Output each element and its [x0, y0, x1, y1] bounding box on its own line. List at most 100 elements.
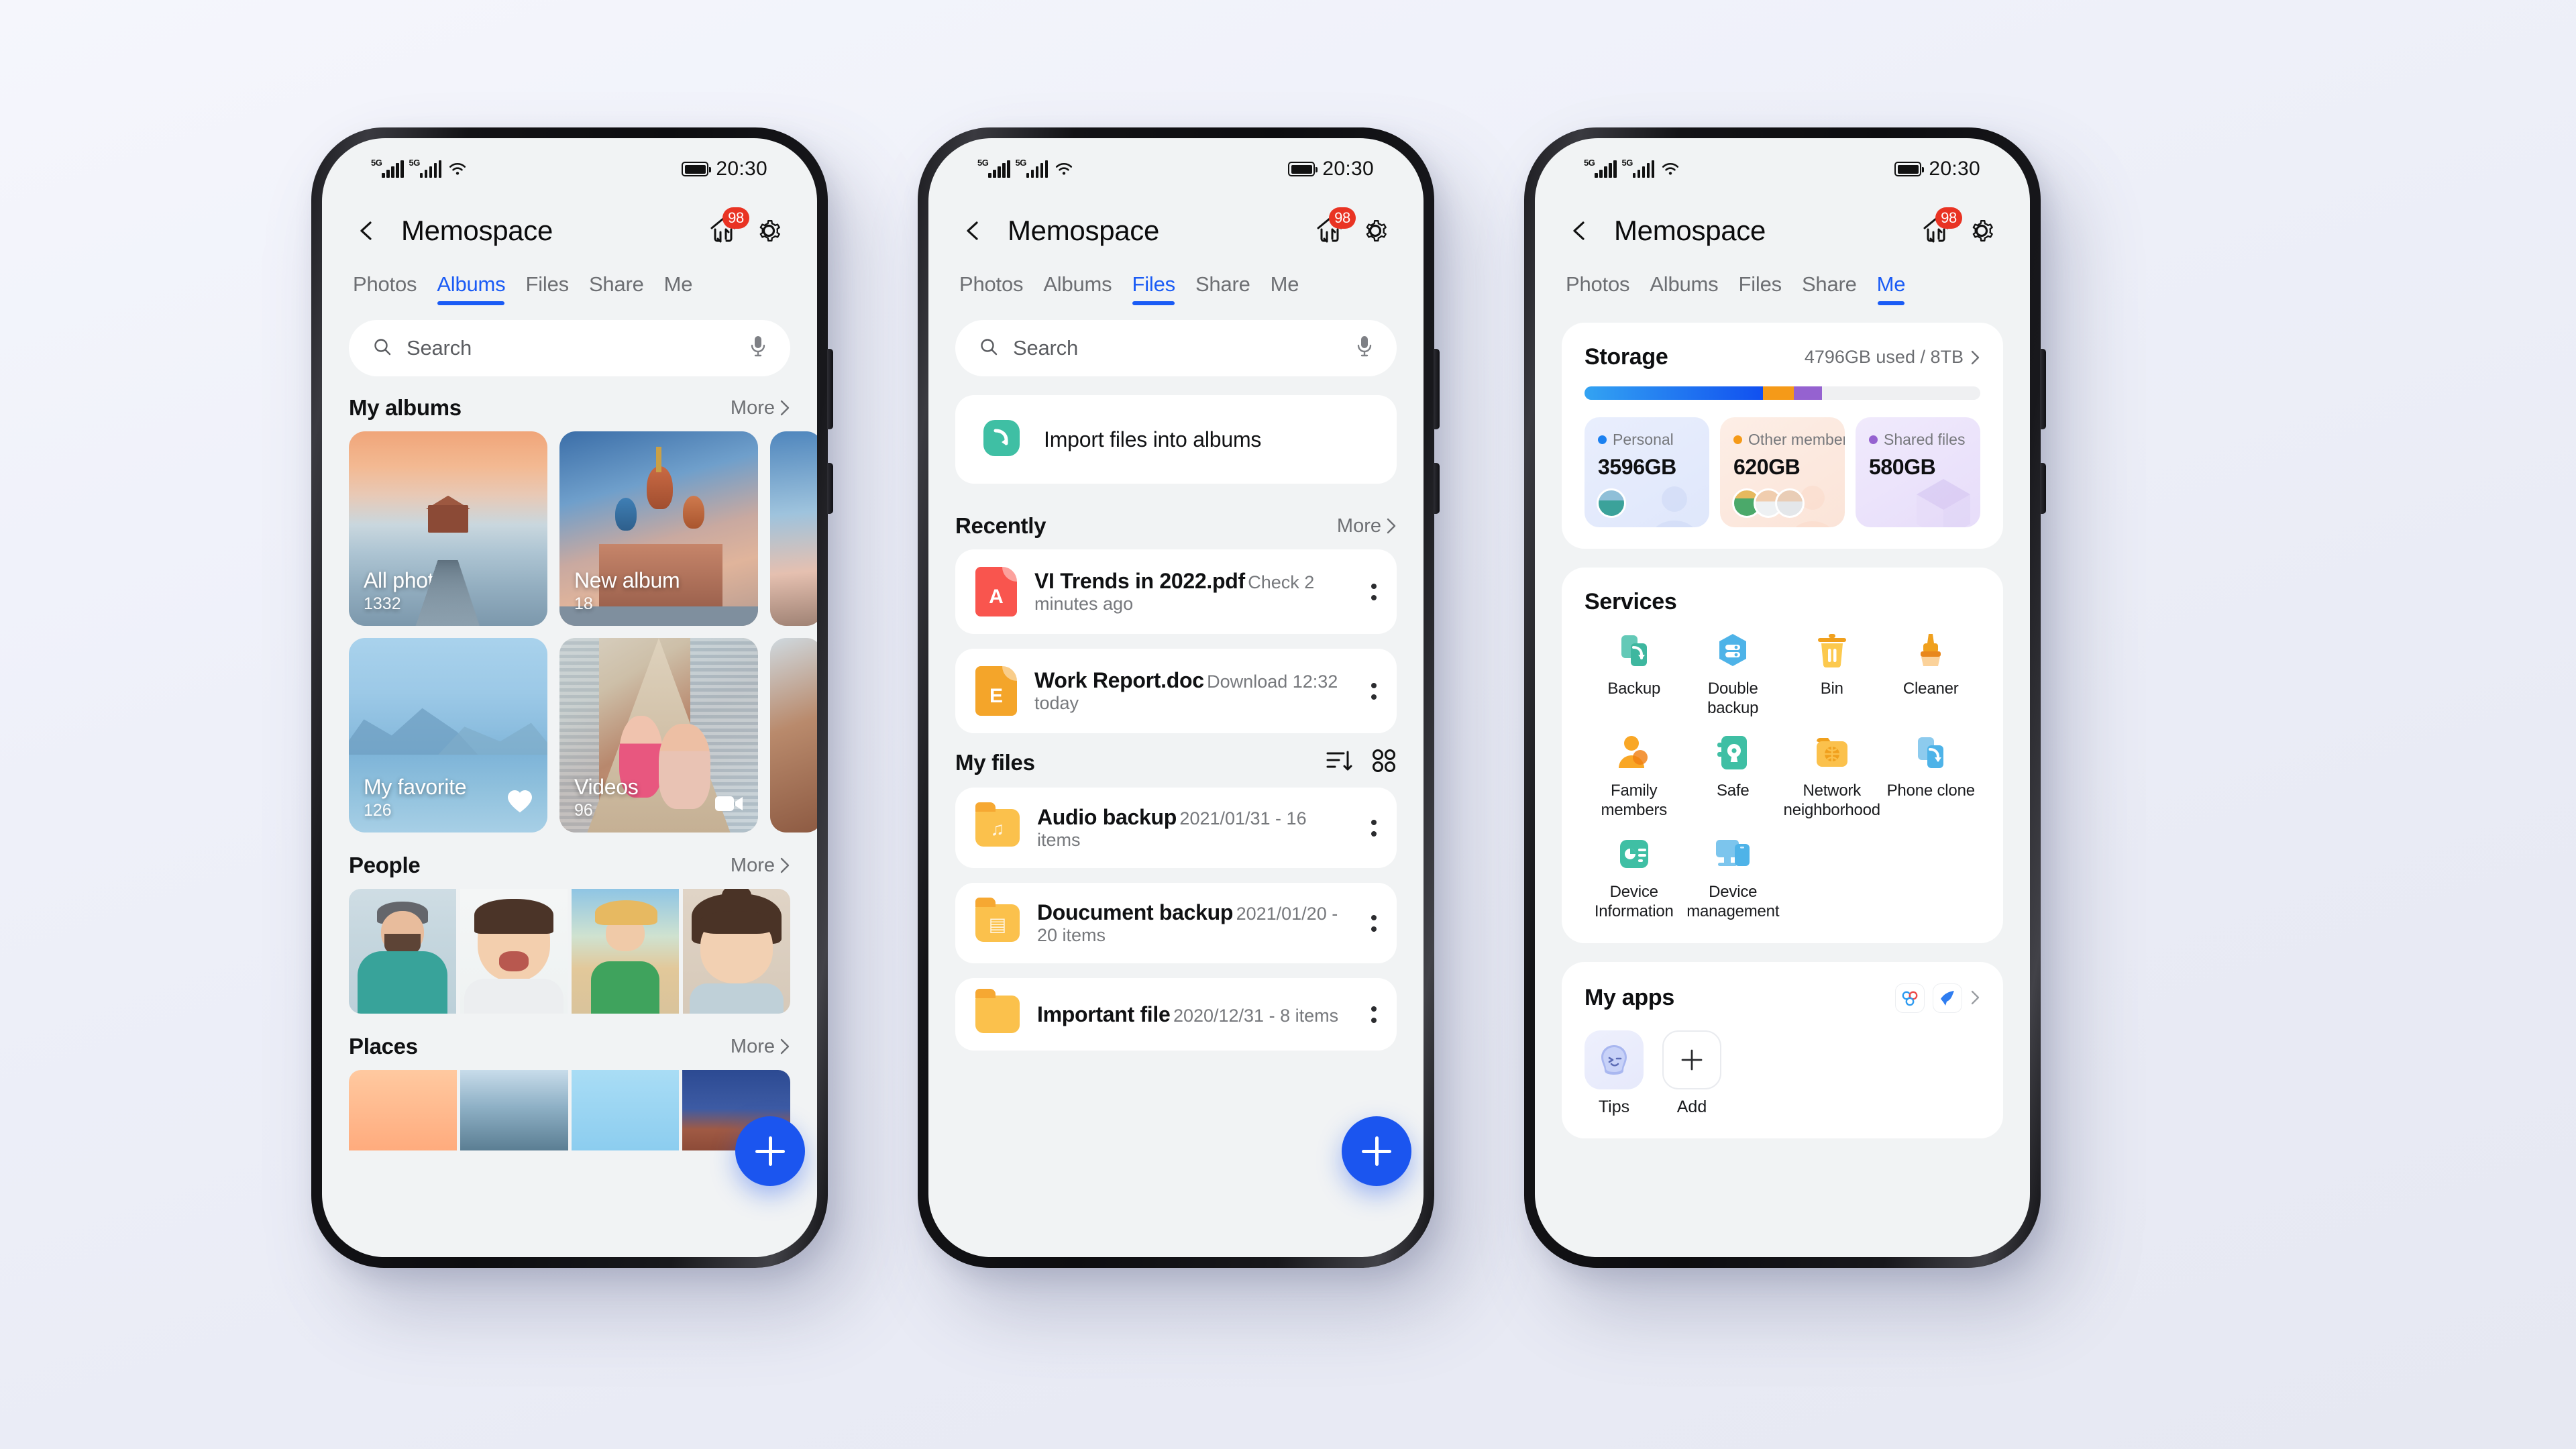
app-item-add[interactable]: Add — [1662, 1030, 1721, 1117]
person-thumbnail[interactable] — [460, 889, 568, 1014]
people-more-link[interactable]: More — [731, 855, 790, 877]
storage-tile-other-members[interactable]: Other members 620GB — [1720, 417, 1845, 527]
phone-device-2: 20:30 Memospace 98 Photos Albums Files S… — [918, 127, 1440, 1268]
storage-tile-shared-files[interactable]: Shared files 580GB — [1856, 417, 1980, 527]
app-item-tips[interactable]: Tips — [1585, 1030, 1644, 1117]
gear-icon[interactable] — [751, 213, 786, 248]
tab-files[interactable]: Files — [1132, 272, 1175, 305]
service-device-information[interactable]: Device Information — [1585, 833, 1684, 922]
tab-files[interactable]: Files — [525, 272, 569, 305]
service-safe[interactable]: Safe — [1684, 732, 1783, 820]
phone-device-3: 20:30 Memospace 98 Photos Albums Files S… — [1524, 127, 2046, 1268]
tab-photos[interactable]: Photos — [353, 272, 417, 305]
service-device-management[interactable]: Device management — [1684, 833, 1783, 922]
my-apps-title: My apps — [1585, 985, 1674, 1011]
volume-button[interactable] — [1434, 349, 1440, 429]
tab-albums[interactable]: Albums — [437, 272, 506, 305]
album-name: My favorite — [364, 775, 467, 799]
file-row[interactable]: E Work Report.doc Download 12:32 today — [955, 649, 1397, 733]
section-title: Recently — [955, 513, 1046, 538]
service-cleaner[interactable]: Cleaner — [1882, 630, 1981, 718]
service-network-neighborhood[interactable]: Network neighborhood — [1782, 732, 1882, 820]
app-shortcut-icon-2[interactable] — [1933, 983, 1962, 1013]
album-card[interactable]: Videos 96 — [559, 638, 758, 833]
album-card[interactable]: My favorite 126 — [349, 638, 547, 833]
folder-row[interactable]: ♫ Audio backup 2021/01/31 - 16 items — [955, 788, 1397, 868]
tab-share[interactable]: Share — [1195, 272, 1250, 305]
storage-tile-personal[interactable]: Personal 3596GB — [1585, 417, 1709, 527]
search-input[interactable]: Search — [955, 320, 1397, 376]
cube-icon — [1917, 479, 1970, 527]
grid-view-icon[interactable] — [1371, 748, 1397, 777]
page-title: Memospace — [401, 215, 553, 246]
tab-me[interactable]: Me — [1877, 272, 1906, 305]
folder-menu-button[interactable] — [1371, 1006, 1377, 1023]
folder-row[interactable]: Important file 2020/12/31 - 8 items — [955, 978, 1397, 1051]
add-button[interactable] — [1342, 1116, 1411, 1186]
person-thumbnail[interactable] — [349, 889, 456, 1014]
service-label: Phone clone — [1886, 781, 1975, 800]
service-family-members[interactable]: Family members — [1585, 732, 1684, 820]
album-card[interactable] — [770, 431, 817, 626]
tab-albums[interactable]: Albums — [1650, 272, 1718, 305]
folder-row[interactable]: ▤ Doucument backup 2021/01/20 - 20 items — [955, 883, 1397, 963]
service-backup[interactable]: Backup — [1585, 630, 1684, 718]
back-arrow-icon[interactable] — [1566, 215, 1597, 246]
transfer-icon[interactable]: 98 — [1919, 207, 1962, 248]
album-card[interactable] — [770, 638, 817, 833]
places-more-link[interactable]: More — [731, 1036, 790, 1058]
gear-icon[interactable] — [1964, 213, 1999, 248]
power-button[interactable] — [827, 463, 833, 514]
tab-photos[interactable]: Photos — [1566, 272, 1630, 305]
power-button[interactable] — [1434, 463, 1440, 514]
back-arrow-icon[interactable] — [959, 215, 990, 246]
folder-menu-button[interactable] — [1371, 914, 1377, 932]
add-button[interactable] — [735, 1116, 805, 1186]
tab-me[interactable]: Me — [1271, 272, 1299, 305]
person-thumbnail[interactable] — [572, 889, 679, 1014]
trash-bin-icon — [1811, 630, 1853, 672]
import-files-card[interactable]: Import files into albums — [955, 395, 1397, 484]
service-phone-clone[interactable]: Phone clone — [1882, 732, 1981, 820]
app-shortcut-icon-1[interactable] — [1895, 983, 1925, 1013]
file-menu-button[interactable] — [1371, 682, 1377, 700]
transfer-icon[interactable]: 98 — [706, 207, 749, 248]
service-double-backup[interactable]: Double backup — [1684, 630, 1783, 718]
my-files-header: My files — [955, 748, 1397, 777]
tab-photos[interactable]: Photos — [959, 272, 1024, 305]
person-thumbnail[interactable] — [683, 889, 790, 1014]
service-bin[interactable]: Bin — [1782, 630, 1882, 718]
tips-icon — [1585, 1030, 1644, 1089]
my-albums-more-link[interactable]: More — [731, 397, 790, 419]
transfer-icon[interactable]: 98 — [1312, 207, 1356, 248]
storage-usage-link[interactable]: 4796GB used / 8TB — [1805, 347, 1980, 368]
album-card[interactable]: New album 18 — [559, 431, 758, 626]
tab-me[interactable]: Me — [664, 272, 693, 305]
chevron-right-icon[interactable] — [1970, 989, 1980, 1007]
place-thumbnail[interactable] — [349, 1070, 457, 1150]
sort-icon[interactable] — [1326, 749, 1354, 775]
file-menu-button[interactable] — [1371, 583, 1377, 600]
device-info-icon — [1613, 833, 1655, 875]
recently-more-link[interactable]: More — [1337, 515, 1397, 537]
microphone-icon[interactable] — [749, 335, 767, 362]
volume-button[interactable] — [2040, 349, 2046, 429]
gear-icon[interactable] — [1358, 213, 1393, 248]
tab-albums[interactable]: Albums — [1043, 272, 1112, 305]
album-card[interactable]: All photos 1332 — [349, 431, 547, 626]
back-arrow-icon[interactable] — [353, 215, 384, 246]
volume-button[interactable] — [827, 349, 833, 429]
place-thumbnail[interactable] — [571, 1070, 680, 1150]
folder-menu-button[interactable] — [1371, 819, 1377, 837]
search-input[interactable]: Search — [349, 320, 790, 376]
tab-share[interactable]: Share — [1802, 272, 1857, 305]
file-row[interactable]: A VI Trends in 2022.pdf Check 2 minutes … — [955, 549, 1397, 634]
tab-files[interactable]: Files — [1738, 272, 1782, 305]
double-backup-icon — [1712, 630, 1754, 672]
microphone-icon[interactable] — [1355, 335, 1374, 362]
power-button[interactable] — [2040, 463, 2046, 514]
place-thumbnail[interactable] — [460, 1070, 568, 1150]
people-header: People More — [349, 853, 790, 878]
file-type-glyph: E — [989, 685, 1003, 707]
tab-share[interactable]: Share — [589, 272, 644, 305]
